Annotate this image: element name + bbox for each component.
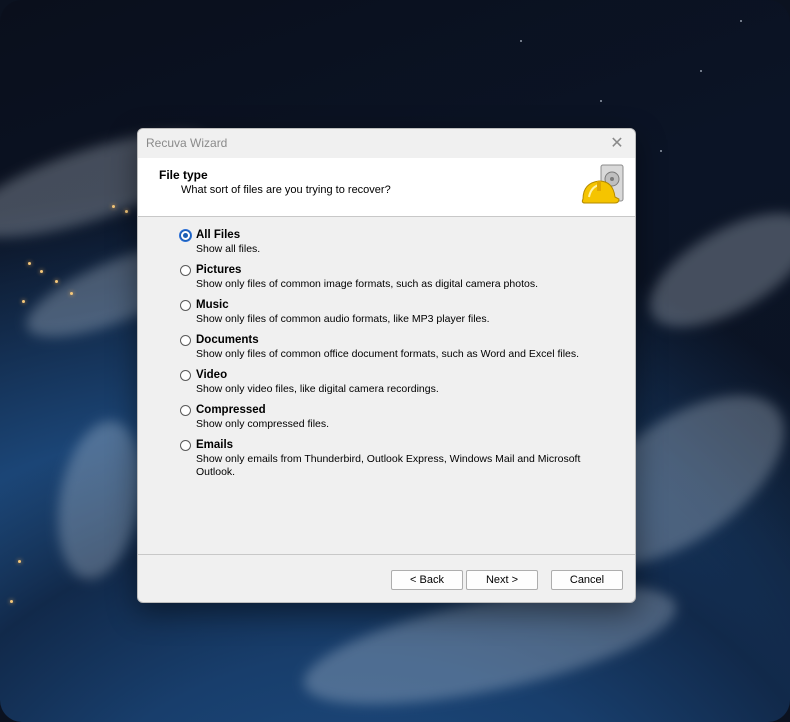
option-description: Show only files of common image formats,… xyxy=(196,278,538,290)
radio-button[interactable] xyxy=(180,300,191,311)
star xyxy=(660,150,662,152)
city-light xyxy=(18,560,21,563)
next-button[interactable]: Next > xyxy=(466,570,538,590)
city-light xyxy=(70,292,73,295)
recuva-hardhat-drive-icon xyxy=(581,164,624,204)
option-label: Compressed xyxy=(196,404,266,416)
wizard-header: File type What sort of files are you try… xyxy=(138,158,635,217)
radio-button[interactable] xyxy=(180,370,191,381)
radio-button[interactable] xyxy=(180,265,191,276)
radio-button[interactable] xyxy=(180,405,191,416)
option-description: Show all files. xyxy=(196,243,261,255)
option-description: Show only files of common audio formats,… xyxy=(196,313,490,325)
page-title: File type xyxy=(159,168,208,182)
radio-button[interactable] xyxy=(180,335,191,346)
option-description: Show only video files, like digital came… xyxy=(196,383,439,395)
option-compressed[interactable]: Compressed Show only compressed files. xyxy=(180,404,620,439)
city-light xyxy=(55,280,58,283)
city-light xyxy=(22,300,25,303)
footer-divider xyxy=(138,554,635,555)
city-light xyxy=(28,262,31,265)
back-button[interactable]: < Back xyxy=(391,570,463,590)
option-label: Pictures xyxy=(196,264,242,276)
option-label: Video xyxy=(196,369,228,381)
option-label: All Files xyxy=(196,229,241,241)
city-light xyxy=(40,270,43,273)
option-emails[interactable]: Emails Show only emails from Thunderbird… xyxy=(180,439,620,487)
option-description: Show only compressed files. xyxy=(196,418,330,430)
option-label: Music xyxy=(196,299,229,311)
option-label: Documents xyxy=(196,334,259,346)
star xyxy=(520,40,522,42)
star xyxy=(600,100,602,102)
close-icon[interactable]: ✕ xyxy=(605,132,629,154)
file-type-options: All Files Show all files. Pictures Show … xyxy=(180,229,620,487)
window-title: Recuva Wizard xyxy=(146,136,228,150)
star xyxy=(740,20,742,22)
page-subtitle: What sort of files are you trying to rec… xyxy=(181,184,391,196)
cancel-button[interactable]: Cancel xyxy=(551,570,623,590)
city-light xyxy=(10,600,13,603)
option-pictures[interactable]: Pictures Show only files of common image… xyxy=(180,264,620,299)
wallpaper-cloud xyxy=(632,190,790,350)
recuva-wizard-dialog: Recuva Wizard ✕ File type What sort of f… xyxy=(137,128,636,603)
option-documents[interactable]: Documents Show only files of common offi… xyxy=(180,334,620,369)
title-bar[interactable]: Recuva Wizard ✕ xyxy=(138,129,635,158)
option-description: Show only emails from Thunderbird, Outlo… xyxy=(196,453,581,478)
radio-button[interactable] xyxy=(180,440,191,451)
radio-button[interactable] xyxy=(180,230,191,241)
option-label: Emails xyxy=(196,439,234,451)
option-all-files[interactable]: All Files Show all files. xyxy=(180,229,620,264)
city-light xyxy=(125,210,128,213)
option-video[interactable]: Video Show only video files, like digita… xyxy=(180,369,620,404)
city-light xyxy=(112,205,115,208)
option-description: Show only files of common office documen… xyxy=(196,348,580,360)
star xyxy=(700,70,702,72)
option-music[interactable]: Music Show only files of common audio fo… xyxy=(180,299,620,334)
